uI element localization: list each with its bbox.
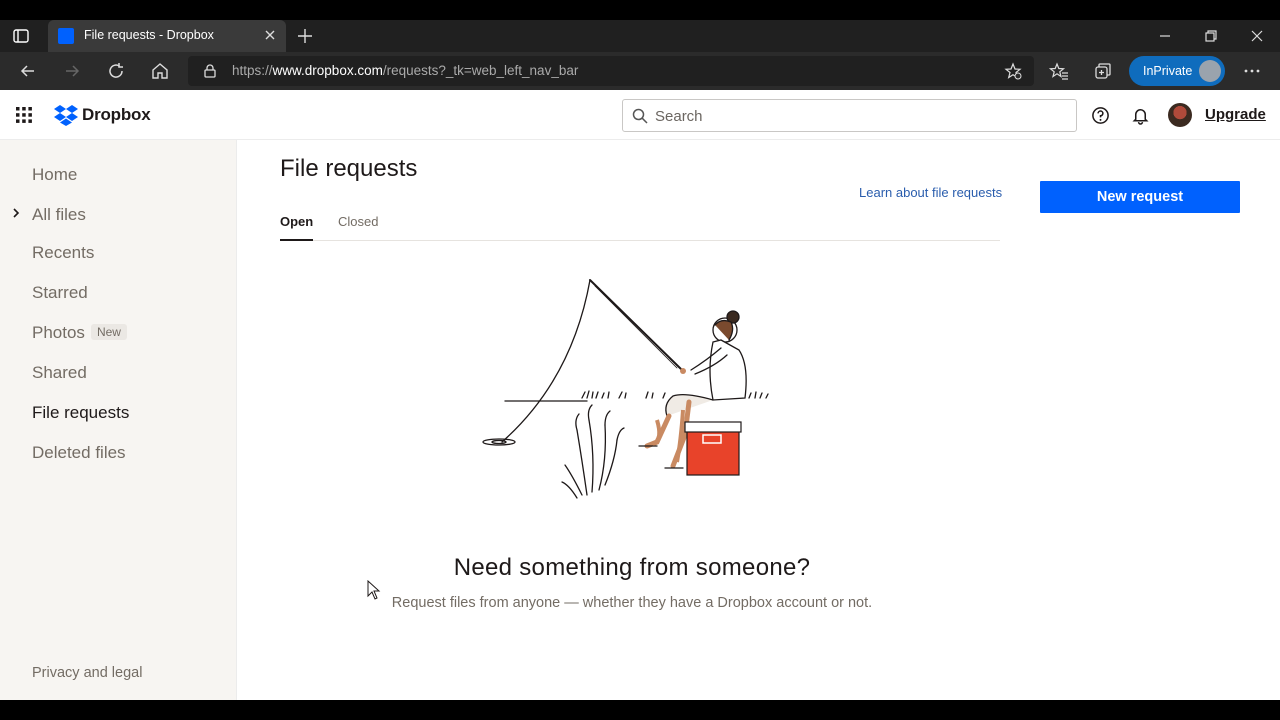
address-bar[interactable]: https://www.dropbox.com/requests?_tk=web… — [188, 56, 1034, 86]
minimize-icon[interactable] — [1155, 26, 1175, 46]
tab-strip: File requests - Dropbox — [0, 20, 1280, 52]
sidebar-item-photos[interactable]: Photos New — [32, 323, 127, 343]
page-title: File requests — [280, 155, 418, 182]
close-tab-icon[interactable] — [262, 27, 278, 43]
sidebar: Home All files Recents Starred Photos New… — [0, 140, 237, 700]
dropbox-logo-icon — [54, 105, 78, 126]
tab-open[interactable]: Open — [280, 212, 314, 241]
dropbox-favicon-icon — [58, 28, 74, 44]
back-icon[interactable] — [18, 61, 38, 81]
new-tab-icon[interactable] — [296, 27, 314, 45]
search-input[interactable] — [655, 105, 1065, 127]
inprivate-label: InPrivate — [1143, 64, 1193, 78]
search-box[interactable] — [622, 99, 1077, 132]
help-icon[interactable] — [1091, 106, 1110, 125]
refresh-icon[interactable] — [106, 61, 126, 81]
request-tabs: Open Closed — [280, 212, 1000, 241]
learn-about-file-requests-link[interactable]: Learn about file requests — [859, 185, 1002, 200]
collections-icon[interactable] — [1093, 61, 1113, 81]
logo-text: Dropbox — [82, 105, 151, 124]
notifications-bell-icon[interactable] — [1131, 106, 1150, 125]
inprivate-button[interactable]: InPrivate — [1129, 56, 1225, 86]
new-badge: New — [90, 324, 127, 340]
profile-avatar-icon — [1199, 60, 1221, 82]
sidebar-item-file-requests[interactable]: File requests — [32, 403, 129, 423]
tab-closed[interactable]: Closed — [338, 212, 378, 229]
tab-title: File requests - Dropbox — [84, 28, 214, 42]
search-icon — [632, 108, 648, 124]
browser-chrome: File requests - Dropbox https://www.drop… — [0, 20, 1280, 90]
user-avatar[interactable] — [1168, 103, 1192, 127]
upgrade-link[interactable]: Upgrade — [1205, 106, 1266, 123]
bottom-letterbox — [0, 700, 1280, 720]
fishing-illustration — [482, 279, 769, 499]
empty-state-subtitle: Request files from anyone — whether they… — [391, 595, 873, 611]
empty-state-title: Need something from someone? — [453, 554, 811, 581]
tab-actions-icon[interactable] — [12, 27, 30, 45]
browser-toolbar: https://www.dropbox.com/requests?_tk=web… — [0, 52, 1280, 90]
lock-icon[interactable] — [202, 63, 218, 79]
restore-icon[interactable] — [1201, 26, 1221, 46]
sidebar-item-starred[interactable]: Starred — [32, 283, 88, 303]
favorites-icon[interactable] — [1049, 61, 1069, 81]
close-window-icon[interactable] — [1247, 26, 1267, 46]
sidebar-item-all-files[interactable]: All files — [32, 205, 86, 225]
dropbox-page: Dropbox Upgrade Home All files Recents S… — [0, 90, 1280, 700]
forward-icon[interactable] — [62, 61, 82, 81]
privacy-legal-link[interactable]: Privacy and legal — [32, 665, 142, 681]
sidebar-item-recents[interactable]: Recents — [32, 243, 94, 263]
app-header: Dropbox Upgrade — [0, 90, 1280, 140]
chevron-right-icon[interactable] — [10, 207, 22, 219]
main-content: File requests Learn about file requests … — [237, 140, 1280, 700]
add-favorite-icon[interactable] — [1004, 62, 1022, 80]
url-text: https://www.dropbox.com/requests?_tk=web… — [232, 63, 579, 78]
mouse-cursor-icon — [367, 580, 381, 600]
sidebar-item-shared[interactable]: Shared — [32, 363, 87, 383]
sidebar-item-deleted-files[interactable]: Deleted files — [32, 443, 126, 463]
new-request-button[interactable]: New request — [1040, 181, 1240, 213]
sidebar-item-home[interactable]: Home — [32, 165, 77, 185]
more-options-icon[interactable] — [1242, 61, 1262, 81]
home-icon[interactable] — [150, 61, 170, 81]
browser-tab-active[interactable]: File requests - Dropbox — [48, 20, 286, 52]
app-grid-icon[interactable] — [16, 107, 32, 123]
sidebar-item-label: Photos — [32, 323, 85, 342]
